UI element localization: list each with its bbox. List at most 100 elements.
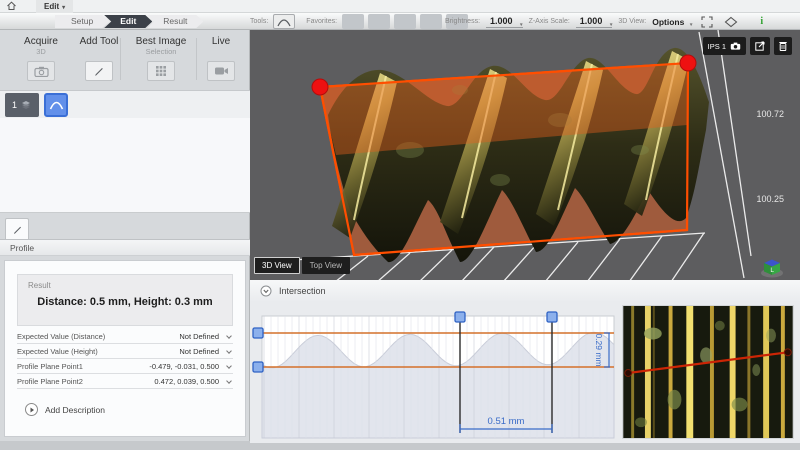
live-title: Live: [198, 36, 244, 47]
level-handle-lower[interactable]: [253, 362, 263, 372]
3d-view-options-dropdown[interactable]: Options ▾: [652, 17, 692, 27]
live-button[interactable]: [207, 61, 235, 81]
brightness-value: 1.000: [490, 16, 513, 26]
plane-endpoint-handle-right[interactable]: [680, 55, 696, 71]
favorite-slot[interactable]: [342, 14, 364, 29]
favorite-slot[interactable]: [368, 14, 390, 29]
trash-icon: [779, 41, 787, 51]
3d-view-options-value: Options: [652, 17, 684, 27]
brightness-field[interactable]: 1.000 ▾: [486, 16, 523, 28]
z-axis-scale-field[interactable]: 1.000 ▾: [576, 16, 613, 28]
edit-menu-tab[interactable]: Edit ▾: [36, 0, 73, 13]
gizmo-label: L: [770, 267, 774, 274]
rotate-3d-button[interactable]: [722, 14, 740, 29]
dataset-item-1[interactable]: 1: [5, 93, 39, 117]
view-button-3d-view[interactable]: 3D View: [254, 257, 300, 274]
pencil-icon: [93, 65, 105, 77]
chevron-down-icon: ▾: [690, 22, 693, 28]
menubar: Edit ▾: [0, 0, 800, 13]
intersection-panel: Intersection 0.51 mm 0.29 mm: [250, 280, 800, 443]
chevron-down-icon[interactable]: [226, 378, 232, 384]
fit-view-button[interactable]: [698, 14, 716, 29]
favorite-slot[interactable]: [394, 14, 416, 29]
intersection-title: Intersection: [279, 286, 326, 296]
acquire-title: Acquire: [8, 36, 74, 47]
collapse-circle-icon: [260, 285, 272, 297]
favorite-slot[interactable]: [420, 14, 442, 29]
profile-panel: Profile Result Distance: 0.5 mm, Height:…: [0, 240, 250, 441]
chevron-down-icon[interactable]: [226, 333, 232, 339]
intersection-profile-plot[interactable]: 0.51 mm 0.29 mm: [250, 301, 630, 444]
best-image-subtitle: Selection: [124, 47, 198, 56]
z-axis-tick-lower: 100.25: [756, 194, 784, 204]
profile-row-3[interactable]: Profile Plane Point20.472, 0.039, 0.500: [17, 374, 233, 389]
favorites-label: Favorites:: [306, 18, 337, 25]
dataset-number: 1: [12, 100, 17, 110]
row-label: Expected Value (Height): [17, 347, 179, 356]
3d-view-label: 3D View:: [618, 18, 646, 25]
view-controls: Brightness: 1.000 ▾ Z-Axis Scale: 1.000 …: [445, 14, 763, 29]
best-image-title: Best Image: [124, 36, 198, 47]
acquire-group: Acquire 3D: [8, 36, 74, 81]
chevron-down-icon[interactable]: [226, 363, 232, 369]
row-label: Profile Plane Point1: [17, 362, 149, 371]
profile-row-2[interactable]: Profile Plane Point1-0.479, -0.031, 0.50…: [17, 359, 233, 374]
view-mode-toggle: 3D ViewTop View: [254, 257, 350, 274]
info-icon[interactable]: i: [760, 16, 763, 27]
camera-icon: [730, 42, 741, 50]
intersection-header[interactable]: Intersection: [250, 281, 800, 301]
acquire-3d-button[interactable]: [27, 61, 55, 81]
row-label: Profile Plane Point2: [17, 377, 154, 386]
add-tool-button[interactable]: [85, 61, 113, 81]
brightness-label: Brightness:: [445, 18, 480, 25]
chevron-down-icon: ▾: [62, 4, 65, 11]
distance-value-label: 0.51 mm: [488, 416, 525, 427]
edit-profile-tab[interactable]: [5, 218, 29, 239]
video-camera-icon: [214, 66, 229, 76]
plane-endpoint-handle-left[interactable]: [312, 79, 328, 95]
chevron-down-icon: ▾: [610, 22, 613, 28]
best-image-selection-button[interactable]: [147, 61, 175, 81]
profile-curve-icon: [277, 17, 291, 27]
height-value-label: 0.29 mm: [594, 333, 604, 366]
profile-tool-item-selected[interactable]: [44, 93, 68, 117]
3d-viewport[interactable]: IPS 1: [250, 30, 800, 280]
live-group: Live: [198, 36, 244, 81]
export-annotate-button[interactable]: [750, 37, 770, 55]
cursor-handle-left[interactable]: [455, 312, 465, 322]
profile-tool-button[interactable]: [273, 14, 295, 29]
add-description-button[interactable]: Add Description: [25, 403, 245, 416]
profile-parameter-rows: Expected Value (Distance)Not DefinedExpe…: [17, 329, 233, 389]
orientation-gizmo[interactable]: L: [758, 255, 786, 279]
ips-snapshot-button[interactable]: IPS 1: [703, 37, 746, 55]
application-window: Edit ▾ SetupEditResult Tools: Favorites:…: [0, 0, 800, 450]
chevron-down-icon[interactable]: [226, 348, 232, 354]
add-tool-title: Add Tool: [74, 36, 124, 47]
tool-list-body[interactable]: [0, 118, 250, 213]
tools-label: Tools:: [250, 18, 268, 25]
profile-card: Result Distance: 0.5 mm, Height: 0.3 mm …: [4, 260, 246, 437]
edit-menu-label: Edit: [44, 2, 59, 11]
add-description-label: Add Description: [45, 405, 105, 415]
workflow-step-result[interactable]: Result: [147, 15, 203, 28]
level-handle-upper[interactable]: [253, 328, 263, 338]
row-label: Expected Value (Distance): [17, 332, 179, 341]
profile-row-0[interactable]: Expected Value (Distance)Not Defined: [17, 329, 233, 344]
workflow-step-edit[interactable]: Edit: [104, 15, 152, 28]
rotate-3d-icon: [724, 16, 738, 28]
delete-button[interactable]: [774, 37, 792, 55]
result-box: Result Distance: 0.5 mm, Height: 0.3 mm: [17, 274, 233, 326]
z-axis-scale-label: Z-Axis Scale:: [529, 18, 570, 25]
home-button[interactable]: [0, 0, 22, 12]
profile-row-1[interactable]: Expected Value (Height)Not Defined: [17, 344, 233, 359]
fit-frame-icon: [701, 16, 713, 28]
acquire-subtitle: 3D: [8, 47, 74, 56]
specimen-camera-image: [622, 305, 794, 439]
cursor-handle-right[interactable]: [547, 312, 557, 322]
result-value: Distance: 0.5 mm, Height: 0.3 mm: [18, 296, 232, 308]
view-button-top-view[interactable]: Top View: [302, 257, 350, 274]
layers-icon: [20, 99, 32, 110]
ips-label: IPS 1: [708, 42, 726, 51]
result-label: Result: [18, 275, 232, 290]
workflow-step-setup[interactable]: Setup: [55, 15, 109, 28]
